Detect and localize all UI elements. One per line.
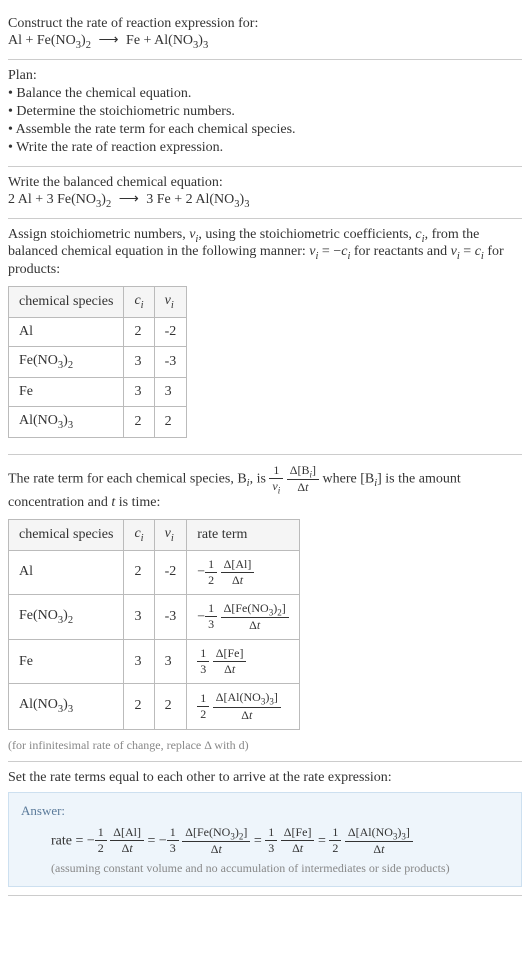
cell-c: 2	[124, 550, 154, 594]
cell-c: 3	[124, 346, 154, 377]
balanced-equation: 2 Al + 3 Fe(NO3)2 ⟶ 3 Fe + 2 Al(NO3)3	[8, 191, 522, 210]
table-row: Fe(NO3)2 3 -3	[9, 346, 187, 377]
col-nui: νi	[154, 287, 187, 318]
cell-rate: 12 Δ[Al(NO3)3]Δt	[187, 684, 299, 729]
assign-section: Assign stoichiometric numbers, νi, using…	[8, 219, 522, 455]
table-row: Al(NO3)3 2 2 12 Δ[Al(NO3)3]Δt	[9, 684, 300, 729]
plan-item: • Assemble the rate term for each chemic…	[8, 122, 522, 138]
rateterm-section: The rate term for each chemical species,…	[8, 455, 522, 762]
cell-species: Al	[9, 317, 124, 346]
prompt-text: Construct the rate of reaction expressio…	[8, 16, 522, 32]
cell-nu: -2	[154, 317, 187, 346]
cell-species: Al(NO3)3	[9, 406, 124, 437]
cell-species: Fe	[9, 640, 124, 684]
rateterm-table: chemical species ci νi rate term Al 2 -2…	[8, 519, 300, 730]
plan-section: Plan: • Balance the chemical equation. •…	[8, 60, 522, 167]
plan-heading: Plan:	[8, 68, 522, 84]
answer-box: Answer: rate = −12 Δ[Al]Δt = −13 Δ[Fe(NO…	[8, 792, 522, 887]
infinitesimal-note: (for infinitesimal rate of change, repla…	[8, 738, 522, 753]
answer-section: Set the rate terms equal to each other t…	[8, 762, 522, 896]
cell-nu: -3	[154, 594, 187, 639]
cell-c: 3	[124, 594, 154, 639]
rateterm-text: The rate term for each chemical species,…	[8, 463, 522, 511]
table-header-row: chemical species ci νi	[9, 287, 187, 318]
cell-c: 2	[124, 317, 154, 346]
cell-nu: 3	[154, 640, 187, 684]
answer-expression: rate = −12 Δ[Al]Δt = −13 Δ[Fe(NO3)2]Δt =…	[51, 825, 509, 857]
col-nui: νi	[154, 519, 187, 550]
col-ci: ci	[124, 287, 154, 318]
cell-c: 2	[124, 684, 154, 729]
plan-item: • Write the rate of reaction expression.	[8, 140, 522, 156]
cell-nu: 3	[154, 377, 187, 406]
cell-nu: 2	[154, 406, 187, 437]
balanced-section: Write the balanced chemical equation: 2 …	[8, 167, 522, 219]
table-row: Fe 3 3 13 Δ[Fe]Δt	[9, 640, 300, 684]
cell-species: Fe(NO3)2	[9, 346, 124, 377]
table-row: Fe 3 3	[9, 377, 187, 406]
answer-assumption: (assuming constant volume and no accumul…	[51, 861, 509, 876]
table-row: Al 2 -2	[9, 317, 187, 346]
col-ci: ci	[124, 519, 154, 550]
cell-species: Al(NO3)3	[9, 684, 124, 729]
cell-rate: −13 Δ[Fe(NO3)2]Δt	[187, 594, 299, 639]
unbalanced-equation: Al + Fe(NO3)2 ⟶ Fe + Al(NO3)3	[8, 32, 522, 51]
cell-c: 3	[124, 640, 154, 684]
cell-c: 3	[124, 377, 154, 406]
assign-text: Assign stoichiometric numbers, νi, using…	[8, 227, 522, 279]
cell-species: Al	[9, 550, 124, 594]
cell-rate: 13 Δ[Fe]Δt	[187, 640, 299, 684]
plan-item: • Balance the chemical equation.	[8, 86, 522, 102]
prompt-section: Construct the rate of reaction expressio…	[8, 8, 522, 60]
table-header-row: chemical species ci νi rate term	[9, 519, 300, 550]
balanced-heading: Write the balanced chemical equation:	[8, 175, 522, 191]
table-row: Al(NO3)3 2 2	[9, 406, 187, 437]
col-species: chemical species	[9, 287, 124, 318]
cell-nu: 2	[154, 684, 187, 729]
table-row: Al 2 -2 −12 Δ[Al]Δt	[9, 550, 300, 594]
stoich-table: chemical species ci νi Al 2 -2 Fe(NO3)2 …	[8, 286, 187, 437]
cell-nu: -3	[154, 346, 187, 377]
col-rateterm: rate term	[187, 519, 299, 550]
table-row: Fe(NO3)2 3 -3 −13 Δ[Fe(NO3)2]Δt	[9, 594, 300, 639]
col-species: chemical species	[9, 519, 124, 550]
cell-species: Fe(NO3)2	[9, 594, 124, 639]
cell-rate: −12 Δ[Al]Δt	[187, 550, 299, 594]
cell-nu: -2	[154, 550, 187, 594]
answer-label: Answer:	[21, 803, 509, 819]
setequal-text: Set the rate terms equal to each other t…	[8, 770, 522, 786]
plan-item: • Determine the stoichiometric numbers.	[8, 104, 522, 120]
cell-c: 2	[124, 406, 154, 437]
cell-species: Fe	[9, 377, 124, 406]
